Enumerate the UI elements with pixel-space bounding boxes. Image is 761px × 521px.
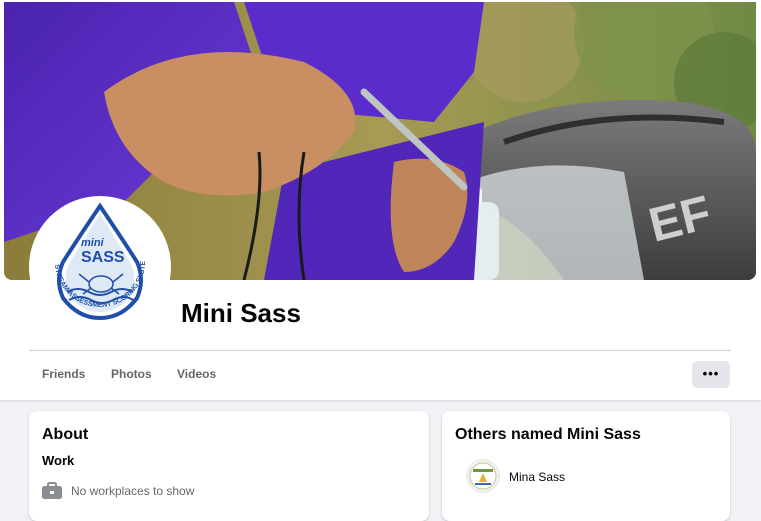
other-profile-name[interactable]: Mina Sass — [509, 470, 565, 484]
logo-main-text: SASS — [81, 249, 125, 266]
minisass-logo: mini SASS STREAM ASSESSMENT SCORING SYST… — [33, 200, 167, 334]
work-section-title: Work — [42, 453, 75, 468]
tab-friends[interactable]: Friends — [42, 367, 85, 381]
more-options-button[interactable]: ••• — [692, 361, 730, 388]
briefcase-icon — [42, 482, 62, 499]
other-profile-logo — [467, 460, 499, 492]
no-workplaces-text: No workplaces to show — [71, 484, 195, 498]
profile-avatar[interactable]: mini SASS STREAM ASSESSMENT SCORING SYST… — [33, 200, 167, 334]
logo-top-text: mini — [81, 237, 105, 249]
page-title: Mini Sass — [181, 298, 301, 328]
other-profile-avatar[interactable] — [467, 460, 499, 492]
tab-videos[interactable]: Videos — [177, 367, 216, 381]
header-divider — [29, 350, 731, 351]
about-card: About Work No workplaces to show — [29, 411, 429, 521]
more-icon: ••• — [702, 366, 720, 381]
tab-photos[interactable]: Photos — [111, 367, 152, 381]
profile-header: EF mini SASS STREAM ASSESSMENT SCORING S… — [0, 0, 761, 400]
about-title: About — [42, 426, 89, 443]
others-title: Others named Mini Sass — [455, 426, 641, 443]
others-named-card: Others named Mini Sass Mina Sass — [442, 411, 730, 521]
